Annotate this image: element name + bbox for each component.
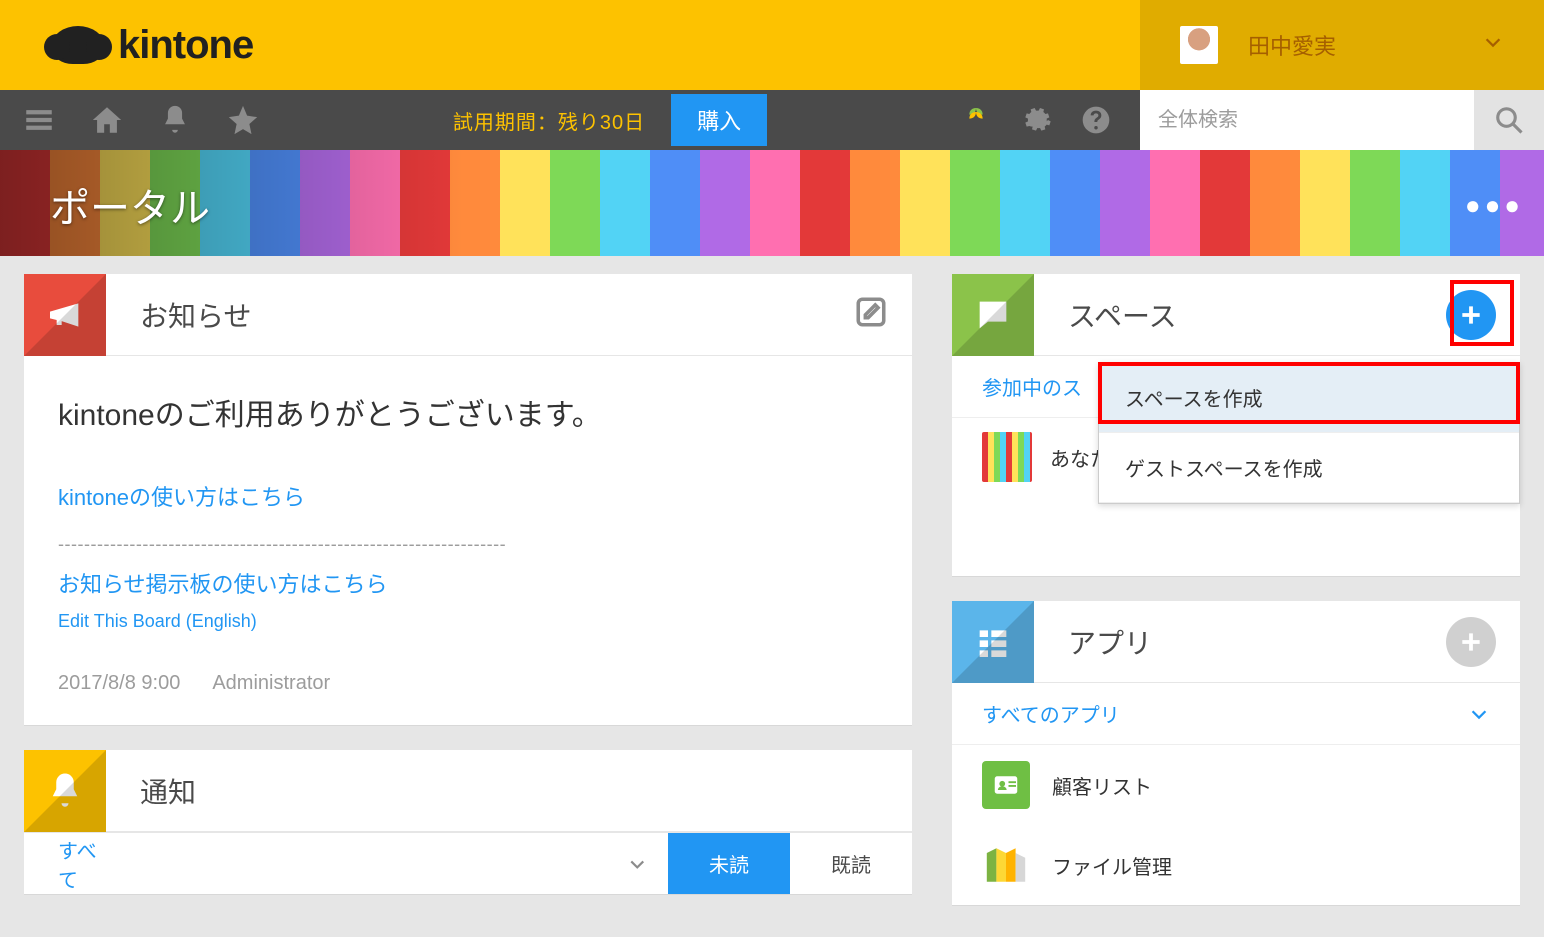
sprout-icon[interactable] (960, 104, 992, 136)
chevron-down-icon (1468, 703, 1490, 725)
chevron-down-icon (627, 852, 648, 876)
edit-icon[interactable] (854, 295, 912, 334)
link-edit-english[interactable]: Edit This Board (English) (58, 611, 878, 632)
add-space-button[interactable] (1446, 290, 1520, 340)
buy-button[interactable]: 購入 (671, 94, 767, 146)
help-icon[interactable] (1080, 104, 1112, 136)
banner-more-icon[interactable]: ●●● (1465, 190, 1524, 221)
page-banner: ポータル ●●● (0, 150, 1544, 256)
notifications-widget: 通知 すべて 未読 既読 (24, 750, 912, 895)
gear-icon[interactable] (1020, 104, 1052, 136)
plus-icon (1446, 290, 1496, 340)
nav-bar: 試用期間：残り30日 購入 (0, 90, 1544, 150)
search-button[interactable] (1474, 90, 1544, 150)
menu-item-create-guest-space[interactable]: ゲストスペースを作成 (1099, 433, 1519, 503)
brand-logo[interactable]: kintone (0, 23, 253, 68)
space-thumb-icon (982, 432, 1032, 482)
app-row[interactable]: 顧客リスト (952, 745, 1520, 825)
tab-unread[interactable]: 未読 (668, 833, 790, 894)
megaphone-icon (24, 274, 106, 356)
divider: ----------------------------------------… (58, 534, 878, 555)
bell-widget-icon (24, 750, 106, 832)
star-icon[interactable] (226, 103, 260, 137)
search-box (1140, 90, 1544, 150)
spaces-widget: スペース 参加中のス あなたの スペースを作成 ゲストスペースを作成 (952, 274, 1520, 577)
link-board-howto[interactable]: お知らせ掲示板の使い方はこちら (58, 567, 878, 599)
app-name: 顧客リスト (1052, 771, 1152, 800)
tab-read[interactable]: 既読 (790, 833, 912, 894)
trial-label: 試用期間：残り30日 (453, 106, 645, 135)
bell-icon[interactable] (158, 103, 192, 137)
brand-name: kintone (118, 23, 253, 68)
home-icon[interactable] (90, 103, 124, 137)
notifications-title: 通知 (106, 771, 912, 811)
chevron-down-icon (1482, 31, 1504, 59)
create-space-menu: スペースを作成 ゲストスペースを作成 (1098, 362, 1520, 504)
apps-icon (952, 601, 1034, 683)
announcements-title: お知らせ (106, 295, 854, 335)
announcement-date: 2017/8/8 9:00 (58, 672, 180, 695)
top-bar: kintone 田中愛実 (0, 0, 1544, 90)
avatar (1180, 26, 1218, 64)
announcements-widget: お知らせ kintoneのご利用ありがとうございます。 kintoneの使い方は… (24, 274, 912, 726)
search-input[interactable] (1140, 109, 1474, 132)
apps-sub-toggle[interactable]: すべてのアプリ (952, 683, 1520, 745)
apps-widget: アプリ すべてのアプリ 顧客リスト (952, 601, 1520, 906)
apps-sub-label: すべてのアプリ (982, 699, 1120, 728)
apps-title: アプリ (1034, 622, 1446, 662)
cloud-icon (52, 26, 104, 64)
announcement-heading: kintoneのご利用ありがとうございます。 (58, 390, 878, 434)
app-row[interactable]: ファイル管理 (952, 825, 1520, 905)
chat-icon (952, 274, 1034, 356)
user-menu[interactable]: 田中愛実 (1140, 0, 1544, 90)
tab-all-label: すべて (58, 835, 107, 893)
user-name: 田中愛実 (1248, 29, 1452, 61)
announcement-author: Administrator (212, 672, 330, 695)
spaces-title: スペース (1034, 295, 1446, 335)
binder-icon (982, 841, 1030, 889)
tab-all[interactable]: すべて (24, 833, 668, 894)
page-title: ポータル (50, 176, 210, 234)
menu-icon[interactable] (22, 103, 56, 137)
contact-card-icon (982, 761, 1030, 809)
add-app-button[interactable] (1446, 617, 1520, 667)
link-howto[interactable]: kintoneの使い方はこちら (58, 480, 878, 512)
menu-item-create-space[interactable]: スペースを作成 (1099, 363, 1519, 433)
app-name: ファイル管理 (1052, 851, 1172, 880)
plus-icon (1446, 617, 1496, 667)
